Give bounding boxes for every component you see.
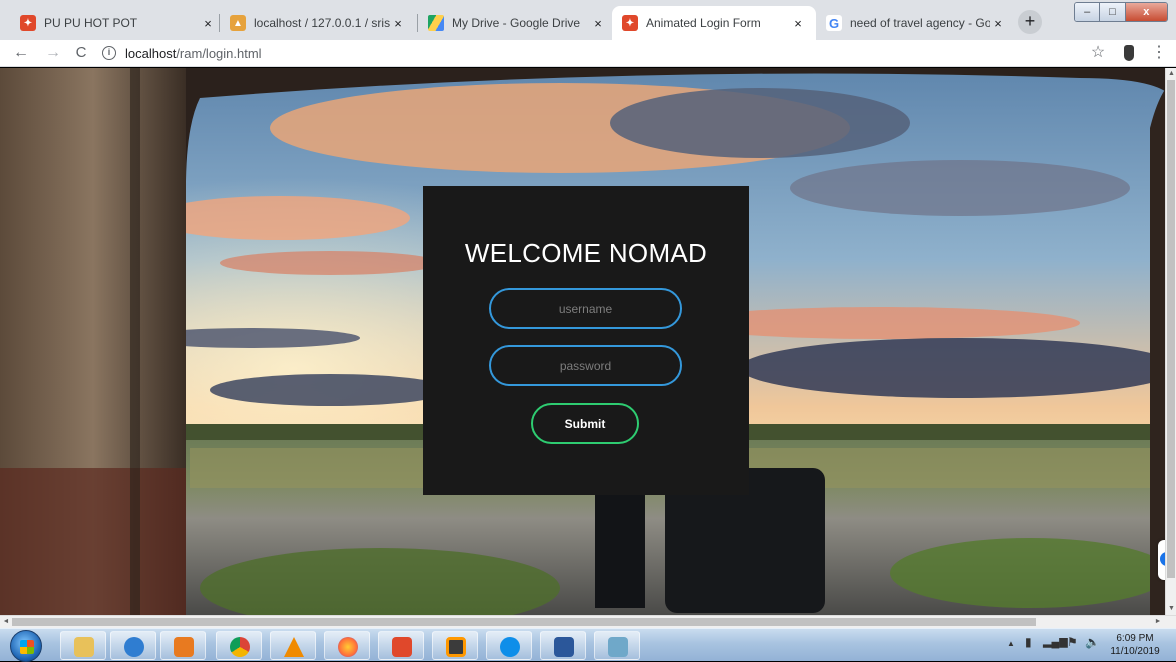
minimize-button[interactable]: – (1075, 3, 1101, 21)
scroll-right-icon[interactable]: ► (1152, 616, 1164, 628)
tab-title: localhost / 127.0.0.1 / srishti / fo (254, 16, 390, 30)
tab-pu-pu-hot-pot[interactable]: ✦ PU PU HOT POT × (10, 6, 226, 40)
window-controls: – □ x (1074, 2, 1168, 22)
taskbar-sublime-text[interactable] (432, 631, 478, 660)
tab-close-icon[interactable]: × (590, 16, 606, 31)
vertical-scroll-thumb[interactable] (1167, 80, 1175, 578)
url-host: localhost (125, 45, 177, 61)
back-button[interactable]: ← (10, 42, 32, 64)
tab-close-icon[interactable]: × (990, 16, 1006, 31)
vlc-icon (284, 637, 304, 657)
signal-icon[interactable]: ▂▄▆ (1043, 635, 1068, 648)
password-input[interactable] (489, 345, 682, 386)
horizontal-scrollbar[interactable]: ◄ ► (0, 615, 1176, 628)
tab-title: need of travel agency - Google (850, 16, 990, 30)
windows-logo-icon (20, 640, 34, 654)
tab-title: Animated Login Form (646, 16, 761, 30)
tab-close-icon[interactable]: × (200, 16, 216, 31)
tab-close-icon[interactable]: × (790, 16, 806, 31)
tab-google-drive[interactable]: My Drive - Google Drive × (418, 6, 616, 40)
google-icon: G (826, 15, 842, 31)
page-viewport: WELCOME NOMAD Submit ▲ ▼ (0, 68, 1176, 615)
new-tab-button[interactable]: + (1018, 10, 1042, 34)
taskbar-firefox[interactable] (324, 631, 370, 660)
address-bar[interactable]: i localhost/ram/login.html (102, 42, 1062, 64)
internet-explorer-icon (124, 637, 144, 657)
horizontal-scroll-thumb[interactable] (12, 618, 1036, 626)
sublime-text-icon (446, 637, 466, 657)
bookmark-star-icon[interactable]: ☆ (1088, 42, 1108, 64)
reload-button[interactable]: C (70, 42, 92, 64)
tab-google-search[interactable]: G need of travel agency - Google × (816, 6, 1016, 40)
word-icon (554, 637, 574, 657)
taskbar-media-player[interactable] (160, 631, 206, 660)
maximize-button[interactable]: □ (1100, 3, 1126, 21)
volume-icon[interactable]: 🔈 (1085, 635, 1100, 649)
file-explorer-icon (74, 637, 94, 657)
login-form: WELCOME NOMAD Submit (423, 186, 749, 495)
close-window-button[interactable]: x (1125, 3, 1167, 21)
taskbar-teamviewer[interactable] (486, 631, 532, 660)
scroll-left-icon[interactable]: ◄ (0, 616, 12, 628)
site-info-icon[interactable]: i (102, 46, 116, 60)
firefox-icon (338, 637, 358, 657)
username-input[interactable] (489, 288, 682, 329)
login-title: WELCOME NOMAD (464, 238, 708, 268)
scroll-up-icon[interactable]: ▲ (1166, 68, 1176, 80)
show-hidden-icons-button[interactable]: ▲ (1007, 639, 1015, 648)
url-path: /ram/login.html (176, 45, 262, 61)
phpmyadmin-icon: ▲ (230, 15, 246, 31)
taskbar-clock[interactable]: 6:09 PM 11/10/2019 (1105, 632, 1165, 658)
tab-animated-login-form[interactable]: ✦ Animated Login Form × (612, 6, 816, 40)
google-drive-icon (428, 15, 444, 31)
codepen-icon: ✦ (622, 15, 638, 31)
taskbar-notepad[interactable] (594, 631, 640, 660)
browser-tab-strip: ✦ PU PU HOT POT × ▲ localhost / 127.0.0.… (0, 0, 1176, 40)
tab-title: PU PU HOT POT (44, 16, 138, 30)
taskbar-chrome[interactable] (216, 631, 262, 660)
notepad-icon (608, 637, 628, 657)
submit-button[interactable]: Submit (531, 403, 639, 444)
teamviewer-icon (500, 637, 520, 657)
taskbar-word[interactable] (540, 631, 586, 660)
codepen-app-icon (392, 637, 412, 657)
windows-taskbar: ▲ ▮ ▂▄▆ ⚑ 🔈 6:09 PM 11/10/2019 (0, 628, 1176, 662)
browser-menu-icon[interactable]: ⋮ (1150, 42, 1168, 64)
vertical-scrollbar[interactable]: ▲ ▼ (1165, 68, 1176, 615)
browser-toolbar: ← → C i localhost/ram/login.html ☆ ⋮ (0, 40, 1176, 67)
taskbar-codepen[interactable] (378, 631, 424, 660)
clock-time: 6:09 PM (1116, 633, 1154, 644)
action-center-flag-icon[interactable]: ⚑ (1067, 635, 1078, 649)
codepen-icon: ✦ (20, 15, 36, 31)
scroll-down-icon[interactable]: ▼ (1166, 603, 1176, 615)
system-tray: ▲ ▮ ▂▄▆ ⚑ 🔈 6:09 PM 11/10/2019 (995, 629, 1176, 662)
tab-phpmyadmin[interactable]: ▲ localhost / 127.0.0.1 / srishti / fo × (220, 6, 416, 40)
extension-icon[interactable] (1124, 45, 1134, 61)
tab-close-icon[interactable]: × (390, 16, 406, 31)
taskbar-vlc[interactable] (270, 631, 316, 660)
chrome-icon (230, 637, 250, 657)
media-player-icon (174, 637, 194, 657)
taskbar-file-explorer[interactable] (60, 631, 106, 660)
network-device-icon[interactable]: ▮ (1025, 635, 1032, 649)
forward-button[interactable]: → (42, 42, 64, 64)
tab-title: My Drive - Google Drive (452, 16, 581, 30)
clock-date: 11/10/2019 (1110, 646, 1160, 657)
start-button[interactable] (10, 630, 42, 662)
taskbar-internet-explorer[interactable] (110, 631, 156, 660)
